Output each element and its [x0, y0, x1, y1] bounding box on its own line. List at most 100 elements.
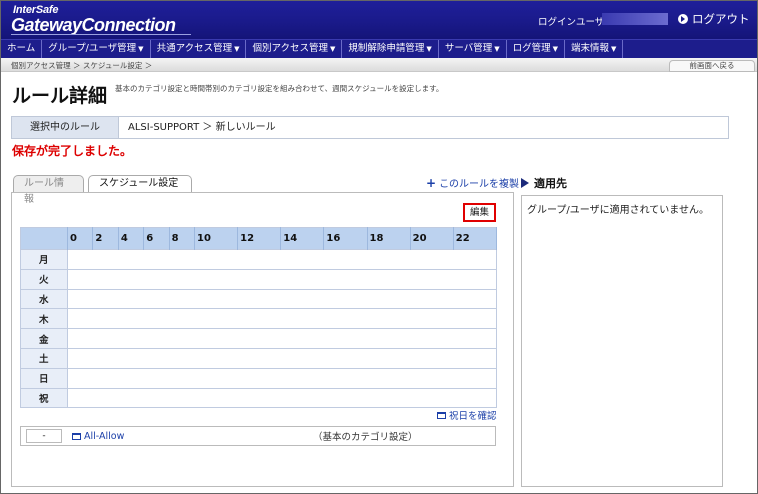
day-label: 木	[20, 308, 68, 329]
grid-corner	[20, 227, 68, 250]
nav-item-label: 共通アクセス管理	[156, 43, 233, 54]
hour-header: 6	[143, 227, 170, 250]
day-schedule-cell[interactable]	[67, 308, 497, 329]
app-window: InterSafe GatewayConnection ログインユーザ: ログア…	[0, 0, 758, 494]
copy-rule-label: このルールを複製	[439, 179, 520, 190]
all-allow-label: All-Allow	[84, 430, 125, 442]
day-row: 金	[20, 328, 497, 349]
base-category-description: （基本のカテゴリ設定）	[313, 432, 418, 443]
day-label: 水	[20, 288, 68, 309]
nav-item-label: 規制解除申請管理	[348, 43, 425, 54]
caret-down-icon: ▼	[330, 45, 336, 53]
selected-rule-label: 選択中のルール	[12, 117, 119, 138]
day-row: 月	[20, 249, 497, 270]
nav-item-label: 個別アクセス管理	[252, 43, 329, 54]
nav-item-label: サーバ管理	[444, 43, 493, 54]
apply-target-message: グループ/ユーザに適用されていません。	[527, 205, 709, 216]
selected-rule-box: 選択中のルール ALSI-SUPPORT ＞ 新しいルール	[11, 116, 729, 139]
caret-down-icon: ▼	[426, 45, 432, 53]
day-row: 日	[20, 367, 497, 389]
header: InterSafe GatewayConnection ログインユーザ: ログア…	[1, 1, 757, 39]
caret-down-icon: ▼	[138, 45, 144, 53]
day-schedule-cell[interactable]	[67, 328, 497, 349]
hour-header: 10	[194, 227, 239, 250]
breadcrumb-bar: 個別アクセス管理 ＞ スケジュール設定 ＞ 前画面へ戻る	[1, 58, 757, 72]
check-holidays-link[interactable]: 祝日を確認	[437, 408, 497, 422]
hour-header: 14	[280, 227, 325, 250]
tab-schedule-settings[interactable]: スケジュール設定	[88, 175, 192, 193]
day-label: 日	[20, 367, 68, 389]
edit-button[interactable]: 編集	[463, 203, 496, 222]
caret-down-icon: ▼	[552, 45, 559, 53]
schedule-grid: 0 2 4 6 8 10 12 14 16 18 20 22 月火水木金土日祝	[20, 227, 498, 409]
triangle-right-icon	[521, 178, 529, 188]
caret-down-icon: ▼	[494, 45, 500, 53]
day-row: 木	[20, 308, 497, 329]
nav-item-0[interactable]: ホーム	[1, 40, 43, 58]
day-schedule-cell[interactable]	[67, 268, 497, 290]
logo-main: GatewayConnection	[11, 15, 176, 35]
day-label: 祝	[20, 387, 68, 408]
caret-down-icon: ▼	[234, 45, 240, 53]
hour-header: 0	[67, 227, 94, 250]
selected-rule-value: ALSI-SUPPORT ＞ 新しいルール	[128, 122, 276, 133]
popup-window-icon	[437, 411, 446, 419]
hour-header: 12	[237, 227, 282, 250]
day-schedule-cell[interactable]	[67, 288, 497, 309]
hour-header: 2	[92, 227, 119, 250]
day-row: 火	[20, 268, 497, 290]
nav-item-5[interactable]: サーバ管理 ▼	[439, 40, 507, 58]
all-allow-link[interactable]: All-Allow	[72, 431, 124, 442]
nav-item-3[interactable]: 個別アクセス管理 ▼	[246, 40, 343, 58]
apply-target-panel	[521, 195, 723, 487]
hour-header: 4	[118, 227, 145, 250]
logout-button[interactable]: ログアウト	[678, 11, 750, 27]
hour-header: 8	[169, 227, 196, 250]
hour-header: 20	[410, 227, 454, 250]
day-schedule-cell[interactable]	[67, 367, 497, 389]
page-title: ルール詳細	[12, 85, 108, 107]
page-description: 基本のカテゴリ設定と時間帯別のカテゴリ設定を組み合わせて、週間スケジュールを設定…	[115, 84, 444, 93]
nav-item-label: ホーム	[7, 43, 36, 54]
nav-item-1[interactable]: グループ/ユーザ管理 ▼	[42, 40, 151, 58]
apply-target-title: 適用先	[521, 175, 567, 191]
nav-item-6[interactable]: ログ管理 ▼	[507, 40, 566, 58]
category-color-box: -	[26, 429, 62, 443]
day-row: 祝	[20, 387, 497, 408]
breadcrumb: 個別アクセス管理 ＞ スケジュール設定 ＞	[11, 61, 153, 70]
hour-header: 16	[323, 227, 368, 250]
login-user-name-masked	[602, 13, 668, 25]
nav-item-4[interactable]: 規制解除申請管理 ▼	[342, 40, 439, 58]
nav-item-2[interactable]: 共通アクセス管理 ▼	[151, 40, 247, 58]
caret-down-icon: ▼	[611, 45, 617, 53]
day-row: 水	[20, 288, 497, 309]
hour-header: 22	[453, 227, 498, 250]
popup-window-icon	[72, 432, 81, 440]
day-label: 月	[20, 249, 68, 270]
nav-item-label: ログ管理	[512, 43, 551, 54]
day-row: 土	[20, 347, 497, 369]
nav-item-label: グループ/ユーザ管理	[48, 43, 137, 54]
day-schedule-cell[interactable]	[67, 387, 497, 408]
day-label: 火	[20, 268, 68, 290]
main-nav: ホーム グループ/ユーザ管理 ▼ 共通アクセス管理 ▼ 個別アクセス管理 ▼ 規制解除申請管理…	[1, 39, 757, 58]
grid-header-row: 0 2 4 6 8 10 12 14 16 18 20 22	[20, 227, 498, 250]
login-user-label: ログインユーザ:	[538, 17, 608, 28]
back-button[interactable]: 前画面へ戻る	[669, 60, 755, 72]
day-schedule-cell[interactable]	[67, 347, 497, 369]
logout-label: ログアウト	[692, 12, 750, 26]
hour-header: 18	[367, 227, 411, 250]
day-label: 金	[20, 328, 68, 349]
logo-underline	[11, 34, 191, 35]
base-category-row: - All-Allow （基本のカテゴリ設定）	[20, 426, 496, 446]
nav-item-label: 端末情報	[571, 43, 610, 54]
tab-rule-info[interactable]: ルール情報	[13, 175, 84, 205]
nav-item-7[interactable]: 端末情報 ▼	[565, 40, 624, 58]
apply-target-label: 適用先	[534, 177, 567, 190]
check-holidays-label: 祝日を確認	[449, 411, 497, 422]
plus-icon: +	[426, 175, 437, 190]
copy-rule-link[interactable]: + このルールを複製	[426, 175, 520, 191]
day-label: 土	[20, 347, 68, 369]
logout-icon	[678, 14, 688, 24]
day-schedule-cell[interactable]	[67, 249, 497, 270]
